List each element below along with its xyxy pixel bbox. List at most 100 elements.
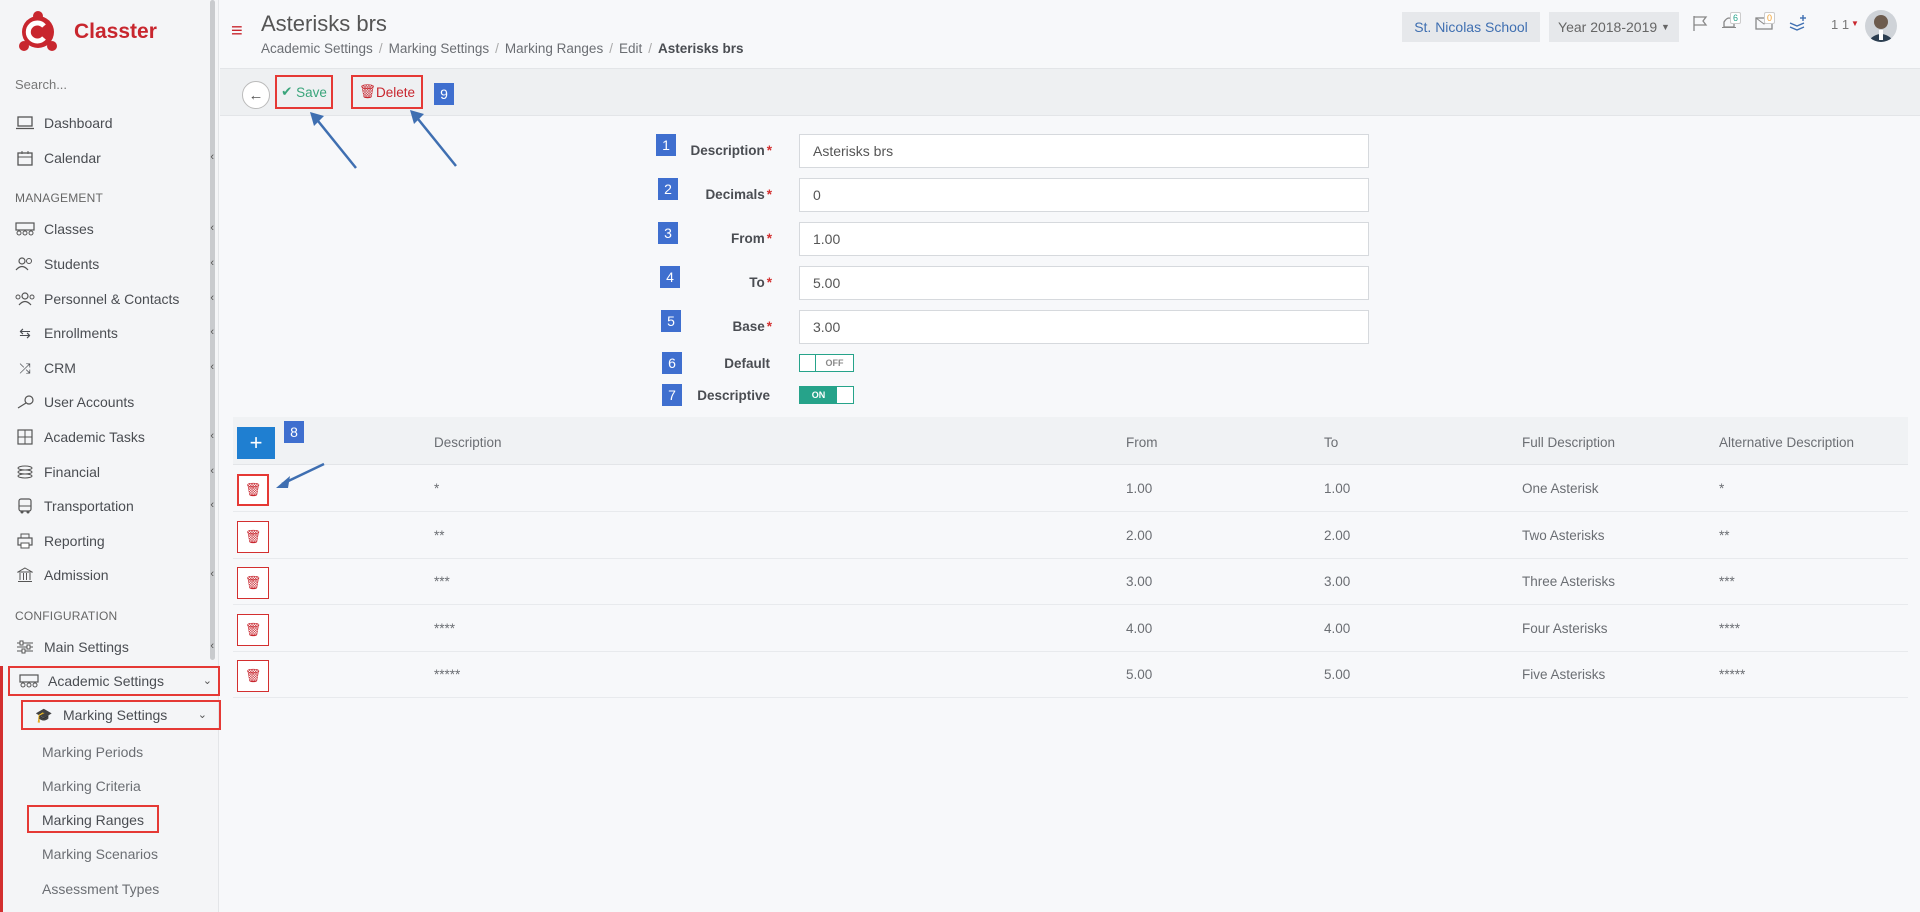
trash-icon: 🗑 (244, 575, 262, 590)
back-button[interactable]: ← (242, 81, 270, 109)
active-rail (0, 666, 3, 912)
from-label: From * (730, 231, 772, 246)
user-id[interactable]: 1 1 (1831, 17, 1849, 32)
cell-description: **** (434, 621, 456, 636)
table-row: 🗑 ** 2.00 2.00 Two Asterisks ** (233, 513, 1908, 559)
cell-from: 3.00 (1126, 574, 1153, 589)
cell-full-description: Five Asterisks (1522, 667, 1606, 682)
delete-row-button[interactable]: 🗑 (237, 660, 269, 692)
sidebar-item-label: Main Settings (44, 639, 129, 655)
section-configuration: CONFIGURATION (15, 609, 118, 623)
cell-full-description: One Asterisk (1522, 481, 1599, 496)
save-button[interactable]: ✔ Save (275, 75, 333, 109)
table-row: 🗑 **** 4.00 4.00 Four Asterisks **** (233, 606, 1908, 652)
cell-full-description: Two Asterisks (1522, 528, 1605, 543)
sidebar-item-transportation[interactable]: Transportation ‹ (14, 493, 214, 519)
sidebar-item-label: Admission (44, 567, 109, 583)
add-row-button[interactable]: + (237, 427, 275, 459)
base-input[interactable]: 3.00 (799, 310, 1369, 344)
column-header: From (1126, 435, 1158, 450)
sidebar-item-label: Dashboard (44, 115, 113, 131)
to-label: To * (749, 275, 772, 290)
cell-full-description: Four Asterisks (1522, 621, 1608, 636)
description-input[interactable]: Asterisks brs (799, 134, 1369, 168)
header: ≡ Asterisks brs Academic Settings / Marki… (220, 0, 1920, 68)
check-icon: ✔ (281, 84, 293, 99)
sidebar-item-dashboard[interactable]: Dashboard (14, 110, 214, 136)
chevron-left-icon: ‹ (210, 499, 214, 511)
sidebar-item-main-settings[interactable]: Main Settings ‹ (14, 634, 214, 660)
layers-plus-icon[interactable] (1788, 14, 1808, 35)
delete-button[interactable]: 🗑 Delete (351, 75, 423, 109)
default-toggle[interactable]: OFF (799, 354, 854, 372)
brand-name: Classter (74, 20, 157, 43)
chevron-left-icon: ‹ (210, 640, 214, 652)
annotation-badge: 6 (662, 352, 682, 374)
hamburger-menu-icon[interactable]: ≡ (231, 20, 243, 43)
coins-icon (14, 464, 36, 480)
breadcrumb-item[interactable]: Marking Ranges (505, 41, 603, 56)
breadcrumb-item[interactable]: Edit (619, 41, 642, 56)
base-label: Base * (732, 319, 772, 334)
cell-to: 3.00 (1324, 574, 1351, 589)
form-row-decimals: 2 Decimals * 0 (0, 178, 1920, 212)
sidebar-item-admission[interactable]: Admission ‹ (14, 562, 214, 588)
decimals-label: Decimals * (705, 187, 772, 202)
sidebar-item-academic-tasks[interactable]: Academic Tasks ‹ (14, 424, 214, 450)
sidebar-item-financial[interactable]: Financial ‹ (14, 459, 214, 485)
cell-alternative-description: ** (1719, 528, 1730, 543)
year-label: Year 2018-2019 (1558, 19, 1658, 35)
from-input[interactable]: 1.00 (799, 222, 1369, 256)
cell-alternative-description: * (1719, 481, 1725, 496)
logo[interactable]: Classter (18, 10, 157, 54)
highlight-marking-ranges (27, 805, 159, 833)
sidebar-item-label: Academic Tasks (44, 429, 145, 445)
annotation-badge: 5 (661, 310, 681, 332)
descriptive-toggle[interactable]: ON (799, 386, 854, 404)
to-input[interactable]: 5.00 (799, 266, 1369, 300)
trash-icon: 🗑 (358, 84, 377, 99)
cell-description: *** (434, 574, 450, 589)
cell-alternative-description: **** (1719, 621, 1741, 636)
delete-row-button[interactable]: 🗑 (237, 614, 269, 646)
save-label: Save (296, 84, 327, 100)
descriptive-label: Descriptive (697, 388, 770, 403)
cell-to: 2.00 (1324, 528, 1351, 543)
sidebar-subitem-marking-criteria[interactable]: Marking Criteria (42, 778, 141, 794)
cell-to: 1.00 (1324, 481, 1351, 496)
sidebar-subitem-marking-scenarios[interactable]: Marking Scenarios (42, 846, 158, 862)
flag-icon[interactable] (1691, 14, 1709, 35)
sidebar-item-reporting[interactable]: Reporting (14, 528, 214, 554)
delete-row-button[interactable]: 🗑 (237, 521, 269, 553)
column-header: Alternative Description (1719, 435, 1855, 450)
sidebar-subitem-marking-periods[interactable]: Marking Periods (42, 744, 143, 760)
notifications-badge: 6 (1730, 12, 1742, 24)
envelope-icon[interactable]: 0 (1754, 12, 1776, 35)
avatar[interactable] (1865, 10, 1897, 42)
default-label: Default (724, 356, 770, 371)
decimals-input[interactable]: 0 (799, 178, 1369, 212)
delete-label: Delete (376, 84, 416, 100)
sidebar-item-label: Transportation (44, 498, 134, 514)
bank-icon (14, 567, 36, 583)
delete-row-button[interactable]: 🗑 (237, 567, 269, 599)
cell-from: 1.00 (1126, 481, 1153, 496)
bell-icon[interactable]: 6 (1720, 12, 1742, 35)
cell-alternative-description: ***** (1719, 667, 1746, 682)
breadcrumb-item[interactable]: Academic Settings (261, 41, 373, 56)
sidebar-search-input[interactable]: Search... (15, 77, 67, 92)
delete-row-button[interactable]: 🗑 (237, 474, 269, 506)
column-header: Full Description (1522, 435, 1616, 450)
annotation-badge: 9 (434, 83, 454, 105)
school-selector[interactable]: St. Nicolas School (1402, 12, 1540, 42)
form-row-descriptive: 7 Descriptive ON (0, 384, 1920, 406)
year-selector[interactable]: Year 2018-2019 ▼ (1549, 12, 1679, 42)
sidebar-item-label: Financial (44, 464, 101, 480)
cell-description: ***** (434, 667, 461, 682)
annotation-badge: 1 (656, 134, 676, 156)
classter-logo-icon (18, 10, 58, 54)
sidebar-subitem-assessment-types[interactable]: Assessment Types (42, 881, 159, 897)
column-header: To (1324, 435, 1339, 450)
page-title: Asterisks brs (261, 11, 387, 36)
breadcrumb-item[interactable]: Marking Settings (389, 41, 490, 56)
